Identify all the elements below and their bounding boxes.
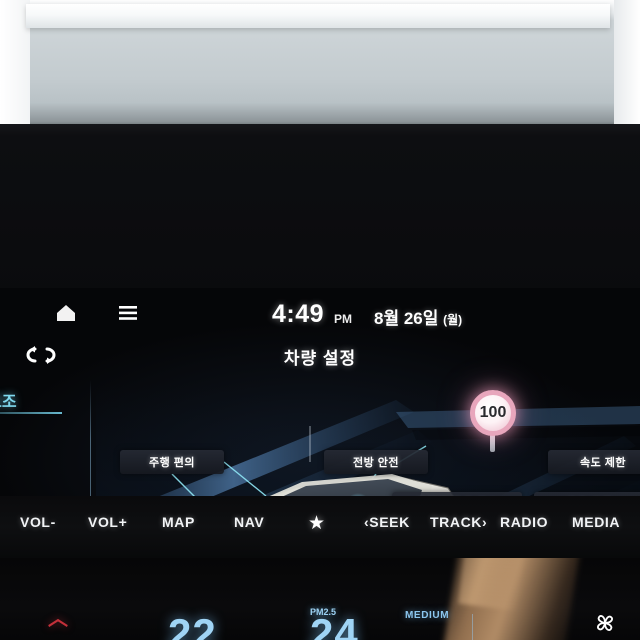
room-wall (0, 0, 640, 128)
media-button[interactable]: MEDIA (572, 514, 620, 530)
volume-up-button[interactable]: VOL+ (88, 514, 127, 530)
hamburger-menu-icon[interactable] (118, 305, 138, 321)
fan-icon[interactable] (592, 610, 618, 636)
page-title: 차량 설정 (283, 349, 357, 368)
nav-button[interactable]: NAV (234, 514, 264, 530)
date-display: 8월 26일 (월) (374, 304, 462, 329)
wall-right-edge (614, 0, 640, 128)
date-text: 8월 26일 (374, 309, 439, 328)
climate-separator (472, 614, 473, 640)
sidebar-selection-underline (0, 412, 62, 414)
track-button[interactable]: TRACK› (430, 514, 487, 530)
wall-shelf (26, 4, 610, 28)
volume-down-button[interactable]: VOL- (20, 514, 56, 530)
speed-limit-sign[interactable]: 100 (470, 390, 516, 436)
weekday-text: (월) (443, 313, 463, 327)
seek-button[interactable]: ‹SEEK (364, 514, 410, 530)
driver-temp-display[interactable]: 22 (168, 610, 217, 640)
speed-sign-post (490, 434, 495, 452)
map-button[interactable]: MAP (162, 514, 195, 530)
sidebar-item-driver-assist[interactable]: 가 보조 (0, 388, 17, 412)
blower-level-label: MEDIUM (405, 610, 450, 621)
favorite-star-button[interactable]: ★ (308, 512, 325, 535)
chevron-up-icon[interactable]: ︿ (48, 602, 68, 631)
label-driving-convenience[interactable]: 주행 편의 (120, 450, 224, 474)
passenger-temp-display[interactable]: 24 (310, 610, 359, 640)
climate-control-panel: ︿ 22 PM2.5 24 MEDIUM (0, 558, 640, 640)
label-speed-limit[interactable]: 속도 제한 (548, 450, 640, 474)
status-bar: 4:49 PM 8월 26일 (월) (0, 288, 640, 364)
home-icon[interactable] (55, 304, 77, 322)
radio-button[interactable]: RADIO (500, 514, 548, 530)
clock-ampm: PM (334, 312, 352, 326)
screen-bezel: 4:49 PM 8월 26일 (월) 차량 설정 가 보조 스터 를 (0, 136, 640, 618)
clock-time: 4:49 (272, 300, 325, 328)
hardkey-button-bar: VOL- VOL+ MAP NAV ★ ‹SEEK TRACK› RADIO M… (0, 496, 640, 558)
label-forward-safety[interactable]: 전방 안전 (324, 450, 428, 474)
